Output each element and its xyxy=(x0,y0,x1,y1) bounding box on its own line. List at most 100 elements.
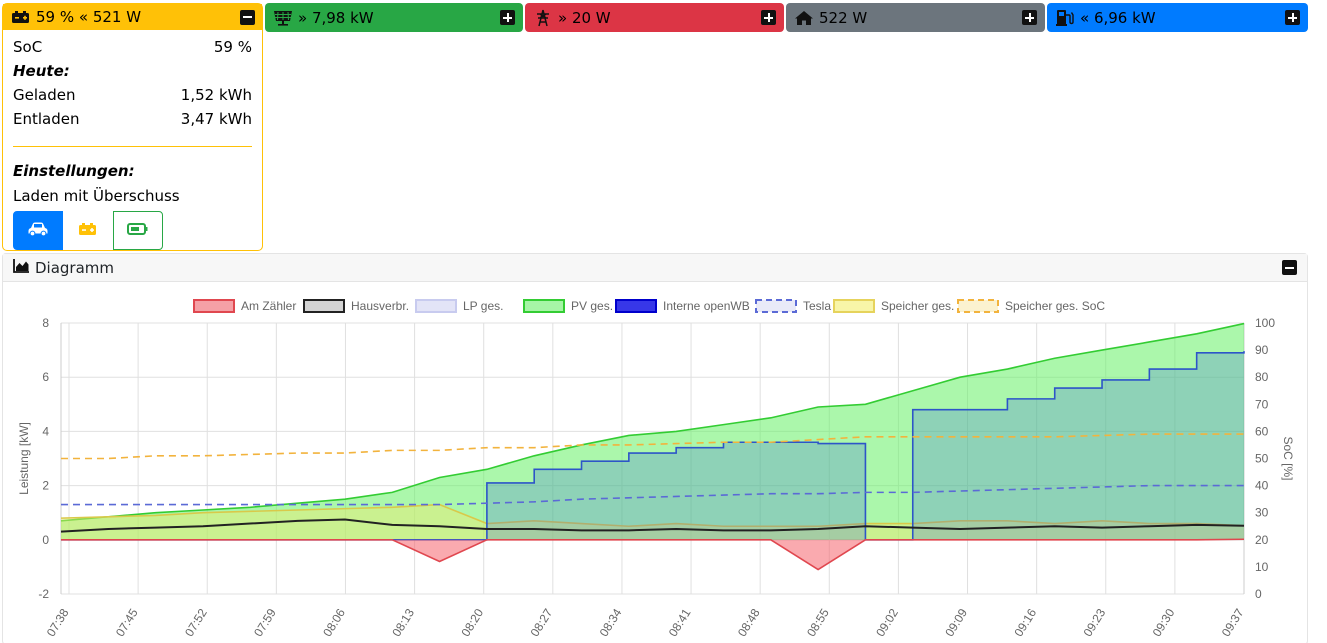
discharged-value: 3,47 kWh xyxy=(180,110,252,128)
diagram-panel: Diagramm Am Zähler Hausverbr. LP ges. PV ge… xyxy=(2,253,1308,643)
y-tick-label: 2 xyxy=(42,479,49,493)
legend-label: Speicher ges. SoC xyxy=(1005,299,1105,313)
power-pylon-icon xyxy=(532,9,554,27)
battery-empty-icon xyxy=(127,222,149,240)
x-tick-label: 09:09 xyxy=(942,606,970,639)
home-icon xyxy=(793,9,815,27)
x-tick-label: 09:02 xyxy=(873,606,901,639)
diagram-title: Diagramm xyxy=(35,258,115,277)
divider xyxy=(13,146,252,147)
y2-tick-label: 30 xyxy=(1255,506,1269,520)
series-area-am-z-hler xyxy=(61,539,1244,570)
y-tick-label: 6 xyxy=(42,370,49,384)
legend-swatch xyxy=(957,299,999,313)
legend-swatch xyxy=(303,299,345,313)
collapse-button[interactable] xyxy=(1282,260,1297,275)
x-tick-label: 08:06 xyxy=(320,606,348,639)
diagram-header[interactable]: Diagramm xyxy=(3,254,1307,282)
today-heading: Heute: xyxy=(13,62,70,80)
charged-label: Geladen xyxy=(13,86,76,104)
y-tick-label: 4 xyxy=(42,424,49,438)
x-tick-label: 07:38 xyxy=(44,606,72,639)
y-tick-label: 8 xyxy=(42,316,49,330)
legend-label: Tesla xyxy=(803,299,831,313)
legend-swatch xyxy=(615,299,657,313)
y2-tick-label: 20 xyxy=(1255,533,1269,547)
y2-tick-label: 10 xyxy=(1255,560,1269,574)
x-tick-label: 09:16 xyxy=(1011,606,1039,639)
collapse-button[interactable] xyxy=(240,9,255,25)
y2-tick-label: 60 xyxy=(1255,424,1269,438)
expand-button[interactable] xyxy=(1285,10,1300,25)
y2-axis-title: SoC [%] xyxy=(1281,436,1295,480)
legend-swatch xyxy=(755,299,797,313)
x-tick-label: 08:41 xyxy=(666,606,694,639)
charging-station-icon xyxy=(1054,9,1076,27)
car-icon xyxy=(27,221,49,241)
grid-card[interactable]: » 20 W xyxy=(525,3,784,32)
car-priority-button[interactable] xyxy=(13,211,63,250)
solar-panel-icon xyxy=(272,9,294,27)
pv-card[interactable]: » 7,98 kW xyxy=(265,3,523,32)
x-tick-label: 08:34 xyxy=(597,606,625,639)
x-tick-label: 07:45 xyxy=(113,606,141,639)
y2-tick-label: 80 xyxy=(1255,370,1269,384)
y-axis-title: Leistung [kW] xyxy=(17,422,31,495)
y2-tick-label: 0 xyxy=(1255,587,1262,601)
legend-label: Interne openWB xyxy=(663,299,750,313)
x-tick-label: 08:55 xyxy=(804,606,832,639)
expand-button[interactable] xyxy=(500,10,515,25)
house-card[interactable]: 522 W xyxy=(786,3,1045,32)
legend-swatch xyxy=(833,299,875,313)
y2-tick-label: 100 xyxy=(1255,316,1275,330)
x-tick-label: 08:48 xyxy=(735,606,763,639)
x-tick-label: 09:37 xyxy=(1219,606,1247,639)
battery-storage-card-header[interactable]: 59 % « 521 W xyxy=(3,4,262,30)
charge-point-header-text: « 6,96 kW xyxy=(1080,8,1156,27)
power-chart: Am Zähler Hausverbr. LP ges. PV ges. Interne… xyxy=(17,299,1295,639)
legend-label: PV ges. xyxy=(571,299,613,313)
legend-label: Hausverbr. xyxy=(351,299,409,313)
discharged-row: Entladen 3,47 kWh xyxy=(13,107,252,131)
x-tick-label: 07:52 xyxy=(182,606,210,639)
legend-label: Am Zähler xyxy=(241,299,296,313)
x-tick-label: 08:20 xyxy=(458,606,486,639)
series-line-am-z-hler xyxy=(61,538,1245,571)
legend-swatch xyxy=(523,299,565,313)
settings-heading: Einstellungen: xyxy=(13,162,135,180)
x-tick-label: 09:23 xyxy=(1081,606,1109,639)
battery-priority-button[interactable] xyxy=(63,211,113,250)
charge-point-card[interactable]: « 6,96 kW xyxy=(1047,3,1308,32)
soc-row: SoC 59 % xyxy=(13,35,252,59)
y2-tick-label: 70 xyxy=(1255,397,1269,411)
soc-value: 59 % xyxy=(213,38,252,56)
y-tick-label: 0 xyxy=(42,533,49,547)
grid-header-text: » 20 W xyxy=(558,8,611,27)
expand-button[interactable] xyxy=(761,10,776,25)
battery-car-icon xyxy=(10,8,32,26)
battery-icon xyxy=(78,222,98,240)
y2-tick-label: 40 xyxy=(1255,479,1269,493)
legend-label: LP ges. xyxy=(463,299,503,313)
area-chart-icon xyxy=(13,258,30,277)
battery-storage-header-text: 59 % « 521 W xyxy=(36,8,142,26)
y2-tick-label: 90 xyxy=(1255,343,1269,357)
legend-swatch xyxy=(193,299,235,313)
legend-label: Speicher ges. xyxy=(881,299,954,313)
y-tick-label: -2 xyxy=(38,587,49,601)
x-tick-label: 07:59 xyxy=(251,606,279,639)
charged-value: 1,52 kWh xyxy=(180,86,252,104)
house-header-text: 522 W xyxy=(819,8,868,27)
battery-level-button[interactable] xyxy=(113,211,163,250)
y2-tick-label: 50 xyxy=(1255,452,1269,466)
expand-button[interactable] xyxy=(1022,10,1037,25)
pv-header-text: » 7,98 kW xyxy=(298,8,374,27)
charge-mode-label: Laden mit Überschuss xyxy=(13,187,180,205)
discharged-label: Entladen xyxy=(13,110,80,128)
x-tick-label: 09:30 xyxy=(1150,606,1178,639)
legend-swatch xyxy=(415,299,457,313)
charged-row: Geladen 1,52 kWh xyxy=(13,83,252,107)
charge-mode-button-group xyxy=(13,211,252,250)
x-tick-label: 08:13 xyxy=(389,606,417,639)
battery-storage-card: 59 % « 521 W SoC 59 % Heute: Geladen 1,5… xyxy=(2,3,263,251)
